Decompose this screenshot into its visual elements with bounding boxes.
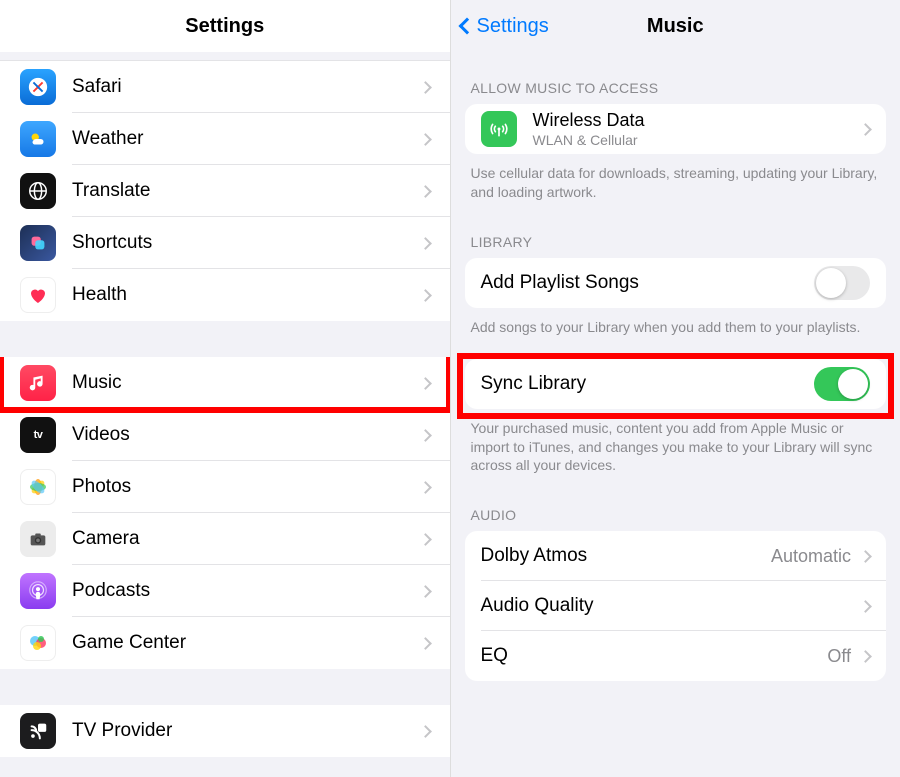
music-header: Settings Music bbox=[451, 0, 900, 52]
row-eq[interactable]: EQ Off bbox=[465, 631, 887, 681]
row-sync-library[interactable]: Sync Library bbox=[465, 359, 887, 409]
section-header: AUDIO bbox=[451, 499, 900, 531]
row-label: TV Provider bbox=[72, 720, 421, 742]
section-library: LIBRARY Add Playlist Songs Add songs to … bbox=[451, 226, 900, 480]
row-label: Weather bbox=[72, 128, 421, 150]
row-audio-quality[interactable]: Audio Quality bbox=[465, 581, 887, 631]
settings-row-videos[interactable]: tv Videos bbox=[0, 409, 450, 461]
music-content: ALLOW MUSIC TO ACCESS Wireless Data WLAN… bbox=[451, 52, 900, 777]
row-label: EQ bbox=[481, 645, 828, 667]
settings-row-camera[interactable]: Camera bbox=[0, 513, 450, 565]
section-footer: Add songs to your Library when you add t… bbox=[451, 308, 900, 341]
safari-icon bbox=[20, 69, 56, 105]
row-add-playlist-songs[interactable]: Add Playlist Songs bbox=[465, 258, 887, 308]
row-label: Audio Quality bbox=[481, 595, 852, 617]
row-dolby-atmos[interactable]: Dolby Atmos Automatic bbox=[465, 531, 887, 581]
row-label: Photos bbox=[72, 476, 421, 498]
toggle-add-playlist[interactable] bbox=[814, 266, 870, 300]
chevron-right-icon bbox=[859, 600, 872, 613]
chevron-right-icon bbox=[419, 429, 432, 442]
settings-group-2: Music tv Videos Photos bbox=[0, 357, 450, 669]
toggle-sync-library[interactable] bbox=[814, 367, 870, 401]
row-label: Videos bbox=[72, 424, 421, 446]
section-access: ALLOW MUSIC TO ACCESS Wireless Data WLAN… bbox=[451, 72, 900, 206]
chevron-right-icon bbox=[419, 237, 432, 250]
videos-icon: tv bbox=[20, 417, 56, 453]
settings-title: Settings bbox=[185, 15, 264, 38]
back-label: Settings bbox=[477, 15, 549, 38]
section-audio: AUDIO Dolby Atmos Automatic Audio Qualit… bbox=[451, 499, 900, 681]
row-value: Automatic bbox=[771, 546, 851, 567]
chevron-right-icon bbox=[419, 725, 432, 738]
settings-row-translate[interactable]: Translate bbox=[0, 165, 450, 217]
row-label: Add Playlist Songs bbox=[481, 272, 815, 294]
chevron-right-icon bbox=[859, 123, 872, 136]
row-value: Off bbox=[827, 646, 851, 667]
music-icon bbox=[20, 365, 56, 401]
row-label: Podcasts bbox=[72, 580, 421, 602]
settings-row-weather[interactable]: Weather bbox=[0, 113, 450, 165]
row-wireless-data[interactable]: Wireless Data WLAN & Cellular bbox=[465, 104, 887, 154]
section-header: ALLOW MUSIC TO ACCESS bbox=[451, 72, 900, 104]
podcasts-icon bbox=[20, 573, 56, 609]
settings-header: Settings bbox=[0, 0, 450, 52]
section-footer: Your purchased music, content you add fr… bbox=[451, 409, 900, 480]
chevron-right-icon bbox=[419, 481, 432, 494]
chevron-right-icon bbox=[419, 637, 432, 650]
row-label: Music bbox=[72, 372, 421, 394]
chevron-right-icon bbox=[859, 650, 872, 663]
photos-icon bbox=[20, 469, 56, 505]
settings-row-music[interactable]: Music bbox=[0, 357, 450, 409]
row-label: Shortcuts bbox=[72, 232, 421, 254]
section-header: LIBRARY bbox=[451, 226, 900, 258]
settings-row-safari[interactable]: Safari bbox=[0, 61, 450, 113]
settings-group-3: TV Provider bbox=[0, 705, 450, 757]
chevron-right-icon bbox=[419, 133, 432, 146]
settings-group-1: Safari Weather Translate bbox=[0, 60, 450, 321]
settings-row-health[interactable]: Health bbox=[0, 269, 450, 321]
health-icon bbox=[20, 277, 56, 313]
music-settings-pane: Settings Music ALLOW MUSIC TO ACCESS Wir… bbox=[451, 0, 900, 777]
section-footer: Use cellular data for downloads, streami… bbox=[451, 154, 900, 206]
translate-icon bbox=[20, 173, 56, 209]
row-label: Wireless Data bbox=[533, 110, 862, 131]
tvprovider-icon bbox=[20, 713, 56, 749]
camera-icon bbox=[20, 521, 56, 557]
chevron-right-icon bbox=[419, 533, 432, 546]
gamecenter-icon bbox=[20, 625, 56, 661]
weather-icon bbox=[20, 121, 56, 157]
row-label: Sync Library bbox=[481, 373, 815, 395]
row-label: Health bbox=[72, 284, 421, 306]
settings-row-podcasts[interactable]: Podcasts bbox=[0, 565, 450, 617]
chevron-right-icon bbox=[419, 185, 432, 198]
chevron-right-icon bbox=[419, 585, 432, 598]
chevron-right-icon bbox=[859, 550, 872, 563]
settings-row-photos[interactable]: Photos bbox=[0, 461, 450, 513]
row-sublabel: WLAN & Cellular bbox=[533, 132, 862, 148]
row-label: Game Center bbox=[72, 632, 421, 654]
shortcuts-icon bbox=[20, 225, 56, 261]
row-label: Camera bbox=[72, 528, 421, 550]
row-label: Dolby Atmos bbox=[481, 545, 771, 567]
row-label: Translate bbox=[72, 180, 421, 202]
chevron-right-icon bbox=[419, 81, 432, 94]
settings-pane: Settings Safari Weather bbox=[0, 0, 451, 777]
chevron-right-icon bbox=[419, 289, 432, 302]
chevron-right-icon bbox=[419, 377, 432, 390]
chevron-left-icon bbox=[458, 18, 475, 35]
settings-row-shortcuts[interactable]: Shortcuts bbox=[0, 217, 450, 269]
music-title: Music bbox=[647, 15, 704, 38]
settings-content: Safari Weather Translate bbox=[0, 52, 450, 777]
row-label: Safari bbox=[72, 76, 421, 98]
back-button[interactable]: Settings bbox=[461, 15, 549, 38]
settings-row-tvprovider[interactable]: TV Provider bbox=[0, 705, 450, 757]
antenna-icon bbox=[481, 111, 517, 147]
settings-row-gamecenter[interactable]: Game Center bbox=[0, 617, 450, 669]
